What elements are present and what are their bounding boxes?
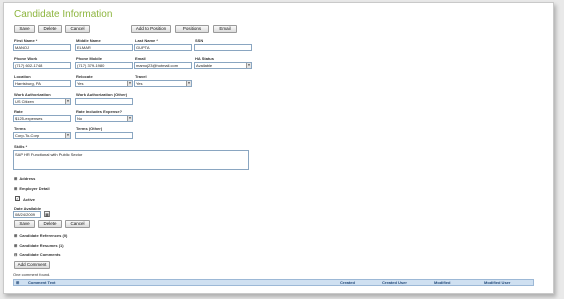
employer-detail-label: Employer Detail	[19, 186, 50, 191]
middle-name-label: Middle Name	[76, 38, 101, 43]
active-label: Active	[23, 197, 36, 202]
comments-grid-header: ⊞ Comment Text Created Created User Modi…	[13, 279, 534, 286]
column-modified-user[interactable]: Modified User	[484, 280, 510, 285]
comments-found-text: One comment found.	[13, 272, 51, 277]
relocate-value: Yes	[77, 81, 84, 86]
collapse-icon: ⊟	[14, 252, 18, 257]
ha-status-label: HA Status	[195, 56, 214, 61]
save-button-bottom[interactable]: Save	[14, 220, 35, 228]
expand-icon: ⊞	[14, 186, 18, 191]
work-auth-value: US Citizen	[15, 99, 34, 104]
expand-all-icon[interactable]: ⊞	[16, 280, 19, 285]
chevron-down-icon: ▼	[127, 81, 132, 86]
relocate-label: Relocate	[76, 74, 93, 79]
cancel-button[interactable]: Cancel	[65, 25, 90, 33]
chevron-down-icon: ▼	[65, 133, 70, 138]
positions-button[interactable]: Positions	[175, 25, 209, 33]
rate-expense-label: Rate Includes Expense?	[76, 109, 123, 114]
chevron-down-icon: ▼	[127, 116, 132, 121]
phone-mobile-label: Phone Mobile	[76, 56, 102, 61]
candidate-resumes-section[interactable]: ⊞ Candidate Resumes (1)	[14, 243, 64, 248]
calendar-icon[interactable]: ▦	[44, 211, 50, 217]
column-modified[interactable]: Modified	[434, 280, 450, 285]
rate-expense-select[interactable]: No ▼	[75, 115, 133, 122]
cancel-button-bottom[interactable]: Cancel	[65, 220, 90, 228]
phone-work-label: Phone Work	[14, 56, 38, 61]
address-section-label: Address	[19, 176, 36, 181]
ha-status-value: Available	[196, 63, 213, 68]
delete-button[interactable]: Delete	[38, 25, 62, 33]
add-comment-button[interactable]: Add Comment	[14, 261, 50, 269]
expand-icon: ⊞	[14, 233, 18, 238]
ha-status-select[interactable]: Available ▼	[194, 62, 252, 69]
candidate-comments-section[interactable]: ⊟ Candidate Comments	[14, 252, 60, 257]
terms-other-label: Terms (Other)	[76, 126, 103, 131]
skills-textarea[interactable]: SAP HR Functional with Public Sector	[13, 150, 249, 170]
expand-icon: ⊞	[14, 176, 18, 181]
rate-expense-value: No	[77, 116, 83, 121]
column-created[interactable]: Created	[340, 280, 355, 285]
column-comment-text[interactable]: Comment Text	[28, 280, 55, 285]
candidate-resumes-label: Candidate Resumes (1)	[19, 243, 64, 248]
email-label: Email	[135, 56, 146, 61]
chevron-down-icon: ▼	[186, 81, 191, 86]
middle-name-field[interactable]: ELMAR	[75, 44, 133, 51]
date-available-field[interactable]: 08/24/2009	[13, 211, 41, 218]
candidate-references-label: Candidate References (0)	[19, 233, 68, 238]
work-auth-other-label: Work Authorization (Other)	[76, 92, 128, 97]
relocate-select[interactable]: Yes ▼	[75, 80, 133, 87]
email-field[interactable]: mamoj23@hotmail.com	[134, 62, 192, 69]
travel-value: Yes	[136, 81, 143, 86]
column-created-user[interactable]: Created User	[382, 280, 407, 285]
expand-icon: ⊞	[14, 243, 18, 248]
first-name-field[interactable]: MANOJ	[13, 44, 71, 51]
phone-work-field[interactable]: (717) 602-1748	[13, 62, 71, 69]
terms-label: Terms	[14, 126, 26, 131]
ssn-field[interactable]	[194, 44, 252, 51]
travel-select[interactable]: Yes ▼	[134, 80, 192, 87]
location-field[interactable]: Harrisburg, PA	[13, 80, 71, 87]
work-auth-label: Work Authorization	[14, 92, 51, 97]
rate-label: Rate	[14, 109, 23, 114]
candidate-references-section[interactable]: ⊞ Candidate References (0)	[14, 233, 67, 238]
phone-mobile-field[interactable]: (717) 379-1980	[75, 62, 133, 69]
rate-field[interactable]: $125-expenses	[13, 115, 71, 122]
terms-other-field[interactable]	[75, 132, 133, 139]
skills-label: Skills *	[14, 144, 28, 149]
address-section[interactable]: ⊞ Address	[14, 176, 35, 181]
candidate-comments-label: Candidate Comments	[19, 252, 61, 257]
page-title: Candidate Information	[14, 9, 113, 20]
chevron-down-icon: ▼	[246, 63, 251, 68]
terms-select[interactable]: Corp-To-Corp ▼	[13, 132, 71, 139]
last-name-label: Last Name *	[135, 38, 158, 43]
save-button[interactable]: Save	[14, 25, 35, 33]
chevron-down-icon: ▼	[65, 99, 70, 104]
terms-value: Corp-To-Corp	[15, 133, 40, 138]
active-checkbox[interactable]: ✓	[15, 196, 20, 201]
candidate-window: Candidate Information Save Delete Cancel…	[3, 2, 554, 294]
last-name-field[interactable]: GUPTA	[134, 44, 192, 51]
first-name-label: First Name *	[14, 38, 38, 43]
work-auth-other-field[interactable]	[75, 98, 133, 105]
work-auth-select[interactable]: US Citizen ▼	[13, 98, 71, 105]
location-label: Location	[14, 74, 31, 79]
travel-label: Travel	[135, 74, 147, 79]
ssn-label: SSN	[195, 38, 204, 43]
delete-button-bottom[interactable]: Delete	[38, 220, 62, 228]
add-to-position-button[interactable]: Add to Position	[131, 25, 171, 33]
employer-detail-section[interactable]: ⊞ Employer Detail	[14, 186, 50, 191]
email-button[interactable]: Email	[213, 25, 237, 33]
